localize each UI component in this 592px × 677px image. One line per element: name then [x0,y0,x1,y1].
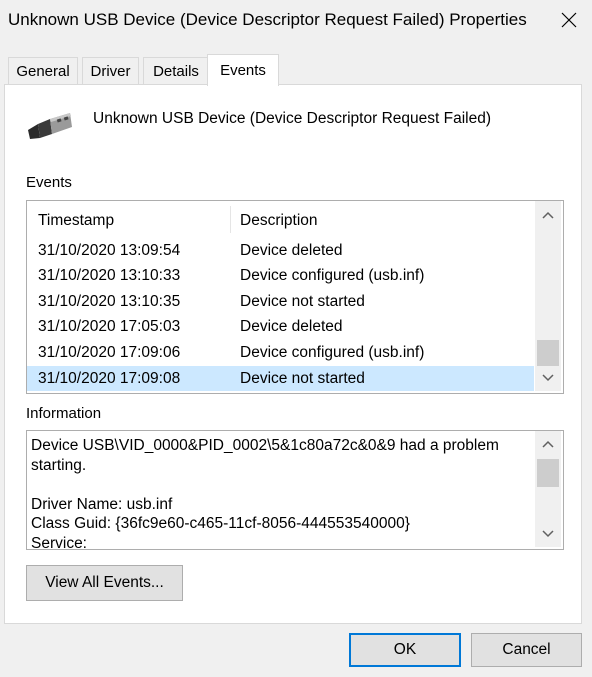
tab-events[interactable]: Events [207,54,279,86]
description-cell: Device deleted [240,242,343,259]
column-divider[interactable] [230,206,231,233]
table-row[interactable]: 31/10/2020 13:10:33 Device configured (u… [27,263,534,288]
timestamp-cell: 31/10/2020 17:09:06 [38,344,181,361]
timestamp-cell: 31/10/2020 17:09:08 [38,370,181,387]
scroll-down-button[interactable] [535,366,561,390]
button-label: Cancel [502,641,551,658]
scroll-down-button[interactable] [535,523,561,545]
view-all-events-button[interactable]: View All Events... [26,565,183,601]
cancel-button[interactable]: Cancel [471,633,582,667]
information-textbox[interactable]: Device USB\VID_0000&PID_0002\5&1c80a72c&… [26,430,564,550]
tab-label: Events [220,62,266,79]
chevron-up-icon [542,211,554,219]
scroll-thumb[interactable] [537,459,559,487]
ok-button[interactable]: OK [349,633,461,667]
tab-general[interactable]: General [8,57,78,85]
usb-plug-icon [26,112,74,140]
close-icon [561,12,577,28]
chevron-down-icon [542,374,554,382]
timestamp-cell: 31/10/2020 13:10:35 [38,293,181,310]
button-label: View All Events... [45,574,164,591]
table-row[interactable]: 31/10/2020 13:10:35 Device not started [27,289,534,314]
scroll-thumb[interactable] [537,340,559,366]
tab-driver[interactable]: Driver [82,57,139,85]
column-header-timestamp[interactable]: Timestamp [38,212,114,230]
description-cell: Device configured (usb.inf) [240,267,425,284]
timestamp-cell: 31/10/2020 13:09:54 [38,242,181,259]
tab-label: General [16,63,70,80]
tab-label: Details [153,63,199,80]
timestamp-cell: 31/10/2020 13:10:33 [38,267,181,284]
information-label: Information [26,405,102,422]
close-button[interactable] [546,0,592,40]
events-label: Events [26,174,72,191]
column-header-description[interactable]: Description [240,212,318,230]
description-cell: Device configured (usb.inf) [240,344,425,361]
scroll-up-button[interactable] [535,433,561,455]
timestamp-cell: 31/10/2020 17:05:03 [38,318,181,335]
table-row-selected[interactable]: 31/10/2020 17:09:08 Device not started [27,366,534,391]
tab-label: Driver [90,63,131,80]
description-cell: Device not started [240,370,365,387]
table-row[interactable]: 31/10/2020 17:05:03 Device deleted [27,314,534,339]
chevron-down-icon [542,530,554,538]
table-row[interactable]: 31/10/2020 17:09:06 Device configured (u… [27,340,534,365]
device-name: Unknown USB Device (Device Descriptor Re… [93,110,491,127]
description-cell: Device not started [240,293,365,310]
description-cell: Device deleted [240,318,343,335]
scroll-up-button[interactable] [535,203,561,227]
information-text[interactable]: Device USB\VID_0000&PID_0002\5&1c80a72c&… [31,436,531,549]
button-label: OK [393,641,417,658]
tab-details[interactable]: Details [143,57,209,85]
chevron-up-icon [542,440,554,448]
table-row[interactable]: 31/10/2020 13:09:54 Device deleted [27,238,534,263]
window-title: Unknown USB Device (Device Descriptor Re… [8,10,527,29]
